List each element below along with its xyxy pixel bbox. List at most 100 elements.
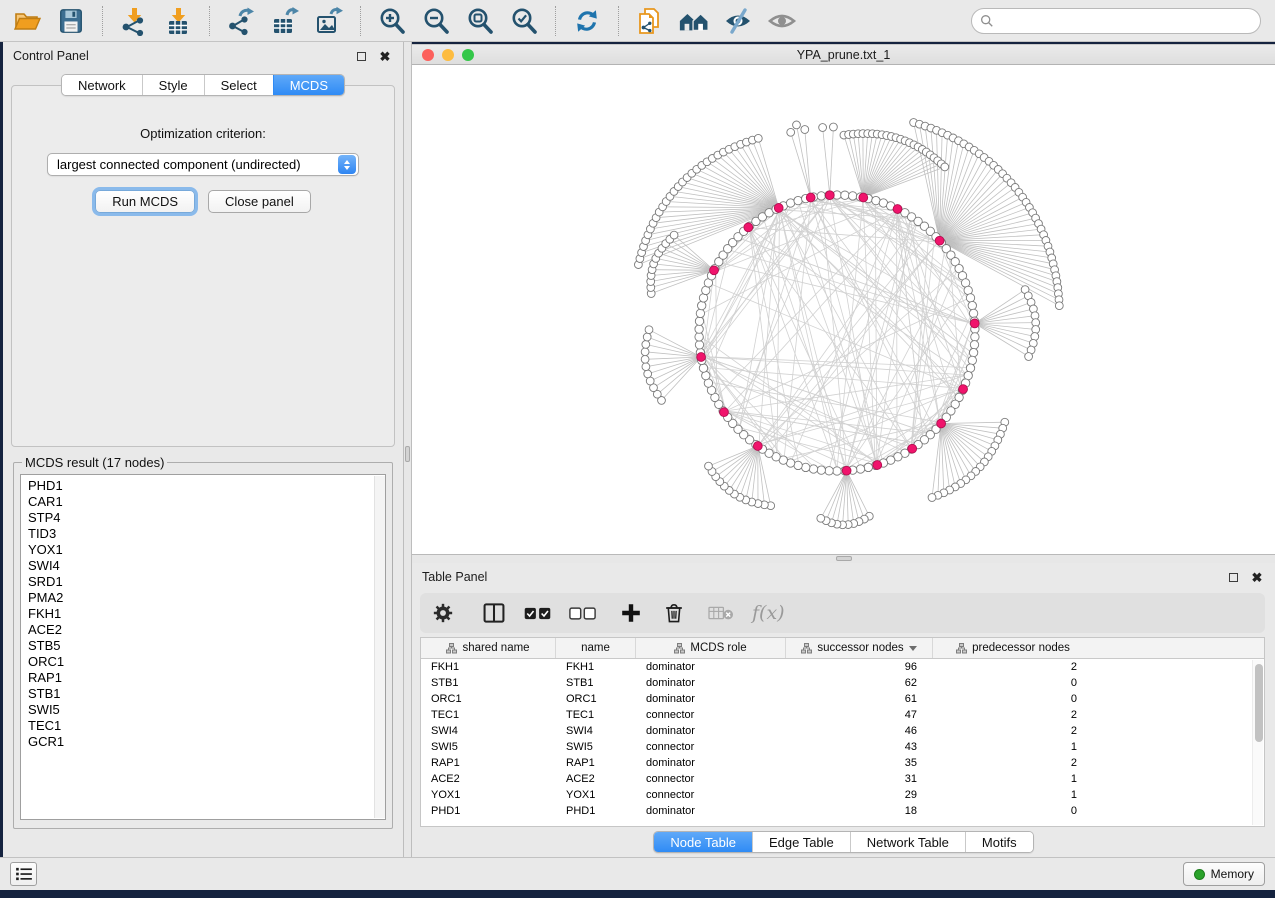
minimize-window-icon[interactable] xyxy=(442,49,454,61)
search-box[interactable] xyxy=(971,8,1261,34)
close-panel-icon[interactable]: ✖ xyxy=(377,48,393,64)
cell-predecessor-nodes[interactable]: 0 xyxy=(933,677,1093,689)
mcds-result-item[interactable]: RAP1 xyxy=(28,670,385,686)
close-panel-icon[interactable]: ✖ xyxy=(1249,569,1265,585)
mcds-result-item[interactable]: GCR1 xyxy=(28,734,385,750)
table-settings-icon[interactable] xyxy=(432,599,454,627)
table-row[interactable]: PHD1PHD1dominator180 xyxy=(421,803,1264,819)
close-window-icon[interactable] xyxy=(422,49,434,61)
select-all-icon[interactable] xyxy=(524,599,551,627)
mcds-result-item[interactable]: PHD1 xyxy=(28,478,385,494)
horizontal-splitter[interactable] xyxy=(412,555,1275,563)
function-builder-icon[interactable]: f(x) xyxy=(752,599,785,627)
tab-network-table[interactable]: Network Table xyxy=(850,832,965,852)
zoom-in-icon[interactable] xyxy=(373,4,411,38)
cell-MCDS-role[interactable]: dominator xyxy=(636,725,786,737)
close-panel-button[interactable]: Close panel xyxy=(208,190,311,213)
mcds-result-item[interactable]: SWI4 xyxy=(28,558,385,574)
cell-name[interactable]: ACE2 xyxy=(556,773,636,785)
cell-MCDS-role[interactable]: dominator xyxy=(636,677,786,689)
refresh-layout-icon[interactable] xyxy=(568,4,606,38)
cell-successor-nodes[interactable]: 61 xyxy=(786,693,933,705)
table-row[interactable]: SWI5SWI5connector431 xyxy=(421,739,1264,755)
cell-MCDS-role[interactable]: connector xyxy=(636,709,786,721)
create-column-icon[interactable] xyxy=(620,599,642,627)
zoom-out-icon[interactable] xyxy=(417,4,455,38)
table-row[interactable]: ACE2ACE2connector311 xyxy=(421,771,1264,787)
network-canvas[interactable] xyxy=(412,65,1275,554)
export-image-icon[interactable] xyxy=(310,4,348,38)
cell-predecessor-nodes[interactable]: 2 xyxy=(933,709,1093,721)
tab-edge-table[interactable]: Edge Table xyxy=(752,832,850,852)
mcds-result-item[interactable]: STB5 xyxy=(28,638,385,654)
mcds-result-list[interactable]: PHD1CAR1STP4TID3YOX1SWI4SRD1PMA2FKH1ACE2… xyxy=(20,474,386,820)
table-scrollbar[interactable] xyxy=(1252,660,1263,825)
vertical-splitter[interactable] xyxy=(403,42,412,857)
export-table-icon[interactable] xyxy=(266,4,304,38)
cell-shared-name[interactable]: SWI5 xyxy=(421,741,556,753)
cell-name[interactable]: SWI5 xyxy=(556,741,636,753)
mcds-result-item[interactable]: TID3 xyxy=(28,526,385,542)
table-row[interactable]: SWI4SWI4dominator462 xyxy=(421,723,1264,739)
export-network-icon[interactable] xyxy=(222,4,260,38)
cell-predecessor-nodes[interactable]: 2 xyxy=(933,725,1093,737)
cell-name[interactable]: PHD1 xyxy=(556,805,636,817)
hide-selected-icon[interactable] xyxy=(719,4,757,38)
table-row[interactable]: RAP1RAP1dominator352 xyxy=(421,755,1264,771)
tab-style[interactable]: Style xyxy=(142,75,204,95)
zoom-fit-icon[interactable] xyxy=(461,4,499,38)
table-row[interactable]: STB1STB1dominator620 xyxy=(421,675,1264,691)
cell-MCDS-role[interactable]: dominator xyxy=(636,805,786,817)
cell-name[interactable]: SWI4 xyxy=(556,725,636,737)
column-header-successor-nodes[interactable]: successor nodes xyxy=(786,638,933,658)
mcds-result-item[interactable]: SRD1 xyxy=(28,574,385,590)
table-row[interactable]: YOX1YOX1connector291 xyxy=(421,787,1264,803)
first-neighbors-icon[interactable] xyxy=(675,4,713,38)
optimization-criterion-select[interactable]: largest connected component (undirected) xyxy=(47,153,359,176)
show-column-panel-icon[interactable] xyxy=(482,599,506,627)
mcds-result-item[interactable]: YOX1 xyxy=(28,542,385,558)
scrollbar-thumb[interactable] xyxy=(1255,664,1263,742)
cell-predecessor-nodes[interactable]: 0 xyxy=(933,693,1093,705)
mcds-result-item[interactable]: TEC1 xyxy=(28,718,385,734)
deselect-all-icon[interactable] xyxy=(569,599,596,627)
cell-successor-nodes[interactable]: 31 xyxy=(786,773,933,785)
cell-successor-nodes[interactable]: 47 xyxy=(786,709,933,721)
cell-predecessor-nodes[interactable]: 1 xyxy=(933,789,1093,801)
cell-successor-nodes[interactable]: 96 xyxy=(786,661,933,673)
table-row[interactable]: FKH1FKH1dominator962 xyxy=(421,659,1264,675)
mcds-result-item[interactable]: CAR1 xyxy=(28,494,385,510)
delete-table-icon[interactable] xyxy=(708,599,734,627)
network-titlebar[interactable]: YPA_prune.txt_1 xyxy=(412,44,1275,65)
cell-shared-name[interactable]: YOX1 xyxy=(421,789,556,801)
splitter-handle[interactable] xyxy=(836,556,852,561)
tab-motifs[interactable]: Motifs xyxy=(965,832,1033,852)
task-history-button[interactable] xyxy=(10,862,37,886)
cell-shared-name[interactable]: ORC1 xyxy=(421,693,556,705)
cell-predecessor-nodes[interactable]: 1 xyxy=(933,773,1093,785)
cell-successor-nodes[interactable]: 46 xyxy=(786,725,933,737)
save-session-icon[interactable] xyxy=(52,4,90,38)
mcds-result-item[interactable]: ACE2 xyxy=(28,622,385,638)
maximize-window-icon[interactable] xyxy=(462,49,474,61)
cell-name[interactable]: ORC1 xyxy=(556,693,636,705)
cell-successor-nodes[interactable]: 29 xyxy=(786,789,933,801)
import-table-icon[interactable] xyxy=(159,4,197,38)
float-panel-icon[interactable] xyxy=(1225,569,1241,585)
tab-network[interactable]: Network xyxy=(62,75,142,95)
mcds-result-item[interactable]: STP4 xyxy=(28,510,385,526)
cell-successor-nodes[interactable]: 35 xyxy=(786,757,933,769)
column-header-MCDS-role[interactable]: MCDS role xyxy=(636,638,786,658)
cell-shared-name[interactable]: TEC1 xyxy=(421,709,556,721)
mcds-result-item[interactable]: STB1 xyxy=(28,686,385,702)
memory-button[interactable]: Memory xyxy=(1183,862,1265,886)
run-mcds-button[interactable]: Run MCDS xyxy=(95,190,195,213)
cell-name[interactable]: YOX1 xyxy=(556,789,636,801)
float-panel-icon[interactable] xyxy=(353,48,369,64)
cell-shared-name[interactable]: SWI4 xyxy=(421,725,556,737)
mcds-result-item[interactable]: FKH1 xyxy=(28,606,385,622)
open-file-icon[interactable] xyxy=(8,4,46,38)
zoom-selected-icon[interactable] xyxy=(505,4,543,38)
cell-shared-name[interactable]: ACE2 xyxy=(421,773,556,785)
table-row[interactable]: TEC1TEC1connector472 xyxy=(421,707,1264,723)
